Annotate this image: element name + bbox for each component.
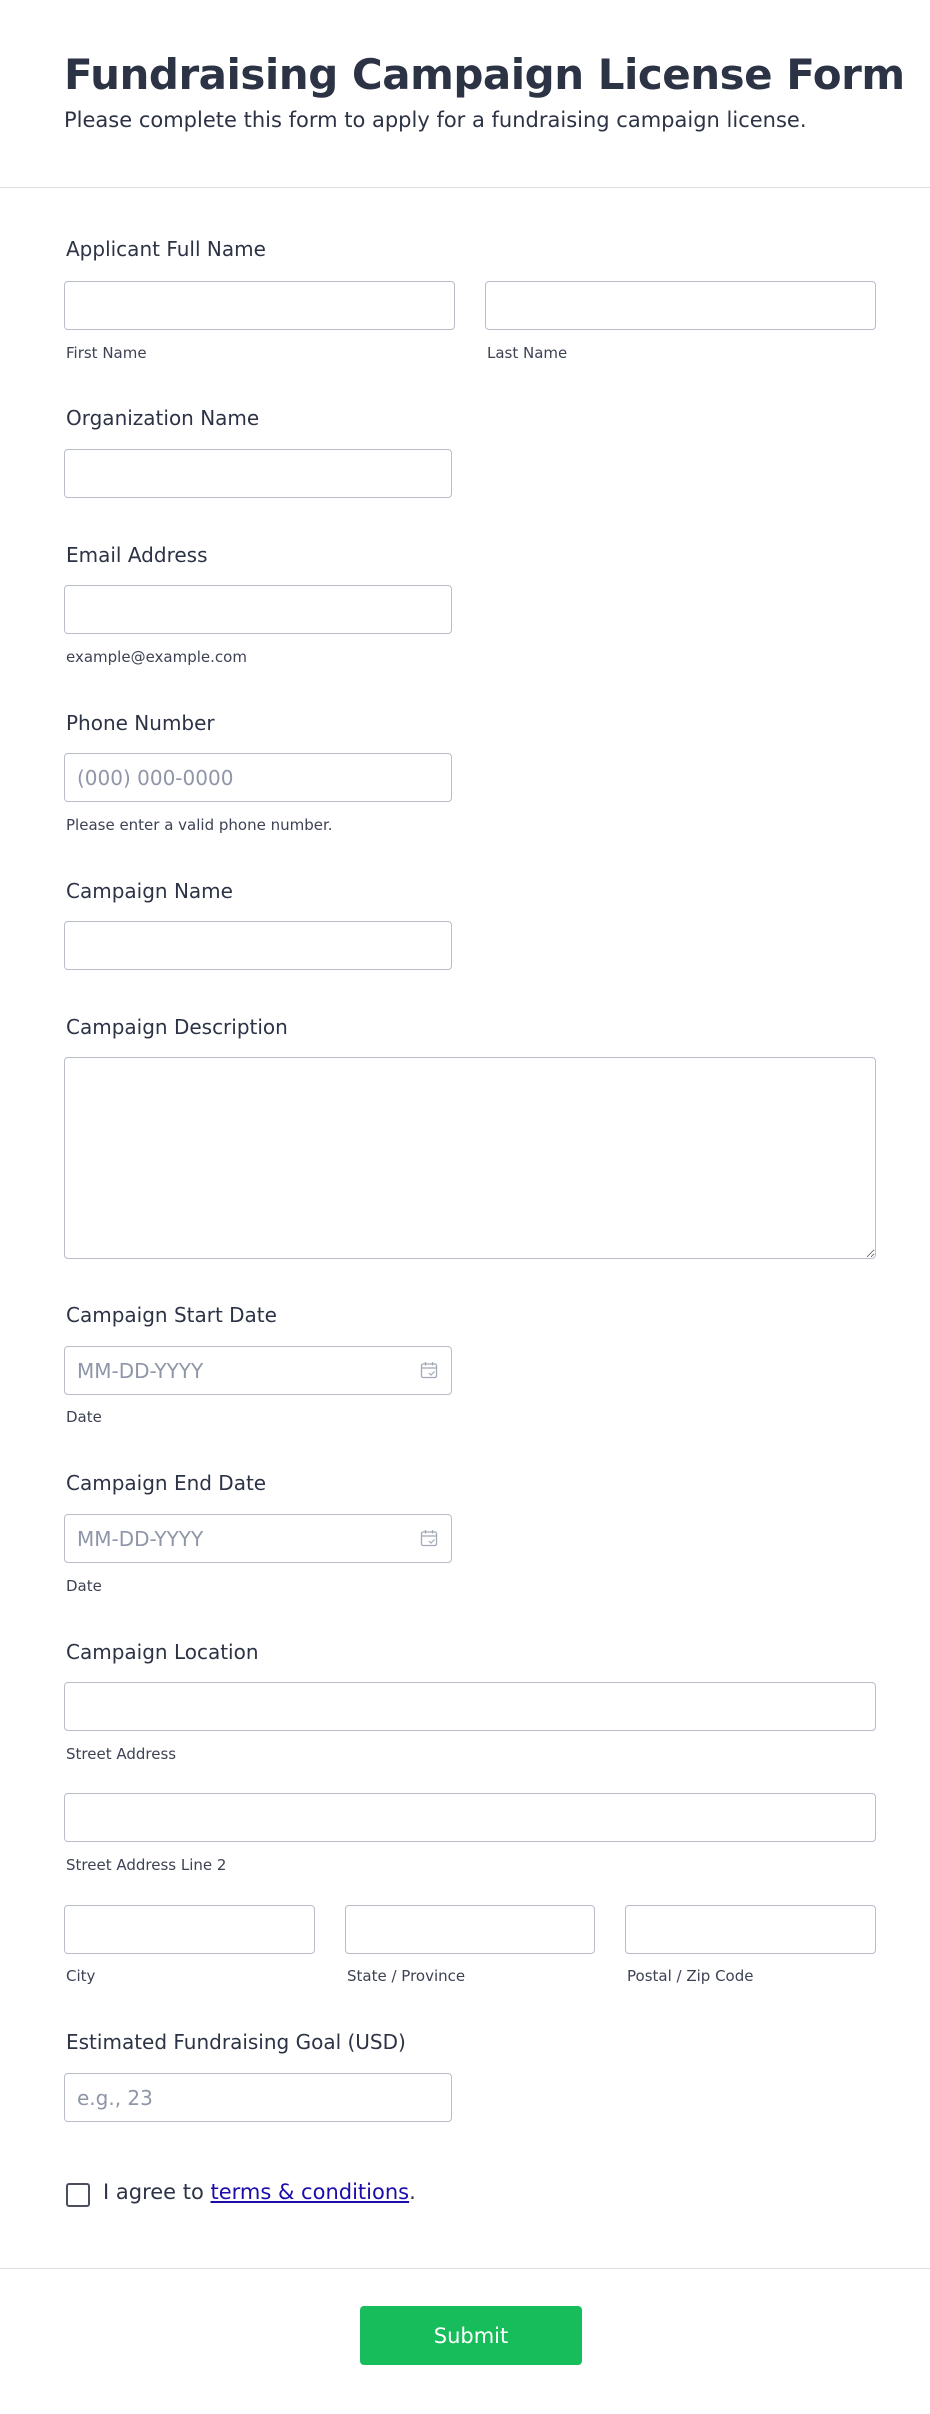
calendar-icon[interactable] <box>420 1361 438 1379</box>
goal-label: Estimated Fundraising Goal (USD) <box>66 2030 406 2054</box>
phone-sublabel: Please enter a valid phone number. <box>66 816 333 834</box>
start-date-field <box>64 1346 452 1395</box>
organization-label: Organization Name <box>66 406 260 430</box>
submit-button[interactable]: Submit <box>360 2306 582 2365</box>
form-header: Fundraising Campaign License Form Please… <box>0 0 930 188</box>
first-name-input[interactable] <box>64 281 455 330</box>
campaign-name-input[interactable] <box>64 921 452 970</box>
end-date-input[interactable] <box>64 1514 452 1563</box>
email-sublabel: example@example.com <box>66 648 247 666</box>
street-address-line2-input[interactable] <box>64 1793 876 1842</box>
full-name-label: Applicant Full Name <box>66 237 266 261</box>
street-address-line2-sublabel: Street Address Line 2 <box>66 1856 227 1874</box>
start-date-input[interactable] <box>64 1346 452 1395</box>
campaign-name-label: Campaign Name <box>66 879 233 903</box>
phone-input[interactable] <box>64 753 452 802</box>
email-input[interactable] <box>64 585 452 634</box>
start-date-sublabel: Date <box>66 1408 102 1426</box>
terms-suffix: . <box>409 2180 416 2204</box>
end-date-sublabel: Date <box>66 1577 102 1595</box>
postal-code-input[interactable] <box>625 1905 876 1954</box>
last-name-sublabel: Last Name <box>487 344 568 362</box>
location-label: Campaign Location <box>66 1640 259 1664</box>
terms-link[interactable]: terms & conditions <box>211 2180 410 2204</box>
last-name-input[interactable] <box>485 281 876 330</box>
state-input[interactable] <box>345 1905 595 1954</box>
email-label: Email Address <box>66 543 208 567</box>
goal-input[interactable] <box>64 2073 452 2122</box>
calendar-icon[interactable] <box>420 1529 438 1547</box>
campaign-description-label: Campaign Description <box>66 1015 288 1039</box>
city-sublabel: City <box>66 1967 96 1985</box>
first-name-sublabel: First Name <box>66 344 147 362</box>
terms-prefix: I agree to <box>103 2180 211 2204</box>
organization-input[interactable] <box>64 449 452 498</box>
page-subtitle: Please complete this form to apply for a… <box>64 108 807 132</box>
end-date-label: Campaign End Date <box>66 1471 267 1495</box>
page-title: Fundraising Campaign License Form <box>64 50 905 99</box>
state-sublabel: State / Province <box>347 1967 466 1985</box>
end-date-field <box>64 1514 452 1563</box>
campaign-description-textarea[interactable] <box>64 1057 876 1259</box>
start-date-label: Campaign Start Date <box>66 1303 277 1327</box>
city-input[interactable] <box>64 1905 315 1954</box>
phone-label: Phone Number <box>66 711 215 735</box>
terms-checkbox[interactable] <box>66 2183 90 2207</box>
postal-code-sublabel: Postal / Zip Code <box>627 1967 754 1985</box>
footer-divider <box>0 2268 930 2269</box>
terms-agreement-text: I agree to terms & conditions. <box>103 2180 416 2204</box>
street-address-input[interactable] <box>64 1682 876 1731</box>
street-address-sublabel: Street Address <box>66 1745 177 1763</box>
